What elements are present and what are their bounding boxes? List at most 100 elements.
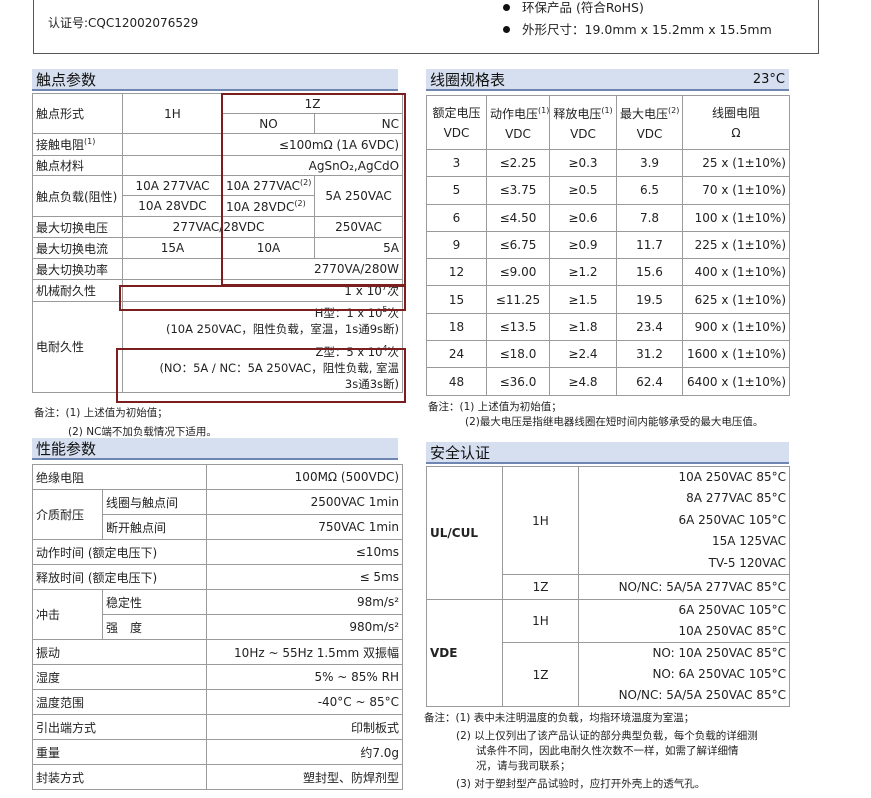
coil-cell: 100 x (1±10%) xyxy=(682,203,790,232)
perf-value: 100MΩ (500VDC) xyxy=(206,464,404,490)
coil-cell: ≤2.25 xyxy=(486,148,550,178)
coil-cell: 5 xyxy=(426,176,487,205)
coil-row: 9 ≤6.75 ≥0.9 11.7 225 x (1±10%) xyxy=(426,230,790,260)
perf-value: 980m/s² xyxy=(206,614,404,640)
highlight-elec-z xyxy=(116,348,406,403)
perf-value: 2500VAC 1min xyxy=(206,489,404,515)
coil-cell: 3.9 xyxy=(616,148,683,178)
coil-cell: ≥4.8 xyxy=(549,367,617,396)
coil-cell: 12 xyxy=(426,258,487,287)
material-label: 触点材料 xyxy=(32,155,123,176)
safety-ul-1z-values: NO/NC: 5A/5A 277VAC 85°C xyxy=(578,574,790,601)
coil-cell: 6.5 xyxy=(616,176,683,205)
perf-label: 绝缘电阻 xyxy=(31,464,208,490)
perf-label: 引出端方式 xyxy=(31,714,208,740)
coil-header: 线圈电阻 Ω xyxy=(682,95,790,150)
coil-cell: 62.4 xyxy=(616,367,683,396)
coil-cell: ≥1.5 xyxy=(549,285,617,314)
coil-row: 5 ≤3.75 ≥0.5 6.5 70 x (1±10%) xyxy=(426,176,790,205)
coil-cell: 11.7 xyxy=(616,230,683,260)
coil-cell: ≥1.2 xyxy=(549,258,617,287)
perf-label: 介质耐压 xyxy=(32,489,103,540)
coil-cell: 25 x (1±10%) xyxy=(682,148,790,178)
maxv-label: 最大切换电压 xyxy=(32,216,123,238)
section-coil: 线圈规格表 23°C xyxy=(426,69,789,91)
coil-table: 额定电压 VDC 动作电压(1) VDC 释放电压(1) VDC 最大电压(2) VDC… xyxy=(426,95,790,396)
coil-cell: ≥0.3 xyxy=(549,148,617,178)
perf-label: 重量 xyxy=(31,739,208,765)
coil-cell: ≤11.25 xyxy=(486,285,550,314)
coil-cell: ≤36.0 xyxy=(486,367,550,396)
feature-size: 外形尺寸：19.0mm x 15.2mm x 15.5mm xyxy=(503,19,772,38)
load-1h-b: 10A 28VDC xyxy=(122,195,223,217)
highlight-mech xyxy=(119,285,406,311)
safety-vde-1z-values: NO: 10A 250VAC 85°C NO: 6A 250VAC 105°C NO… xyxy=(578,642,790,708)
coil-cell: 48 xyxy=(426,367,487,396)
perf-label: 动作时间 (额定电压下) xyxy=(31,539,208,565)
coil-row: 3 ≤2.25 ≥0.3 3.9 25 x (1±10%) xyxy=(426,148,790,178)
safety-ul: UL/CUL xyxy=(426,465,503,601)
coil-cell: 18 xyxy=(426,312,487,342)
maxi-1h: 15A xyxy=(122,237,223,259)
perf-sublabel: 强 度 xyxy=(101,614,208,640)
perf-value: ≤ 5ms xyxy=(206,564,404,590)
coil-cell: ≤13.5 xyxy=(486,312,550,342)
coil-cell: 400 x (1±10%) xyxy=(682,258,790,287)
highlight-1z xyxy=(221,93,406,286)
coil-cell: ≤4.50 xyxy=(486,203,550,232)
coil-header: 最大电压(2) VDC xyxy=(616,95,683,150)
coil-row: 48 ≤36.0 ≥4.8 62.4 6400 x (1±10%) xyxy=(426,367,790,396)
safety-vde: VDE xyxy=(426,599,503,708)
feature-rohs: 环保产品 (符合RoHS) xyxy=(503,0,644,16)
perf-label: 湿度 xyxy=(31,664,208,690)
safety-ul-1h: 1H xyxy=(502,465,579,576)
coil-cell: 24 xyxy=(426,340,487,369)
perf-value: 约7.0g xyxy=(206,739,404,765)
coil-cell: 31.2 xyxy=(616,340,683,369)
coil-cell: 3 xyxy=(426,148,487,178)
safety-vde-1h: 1H xyxy=(502,599,579,644)
coil-row: 6 ≤4.50 ≥0.6 7.8 100 x (1±10%) xyxy=(426,203,790,232)
coil-note-1: 备注：(1) 上述值为初始值； xyxy=(428,401,562,413)
performance-table: 绝缘电阻 100MΩ (500VDC) 介质耐压 线圈与触点间 2500VAC 1mi… xyxy=(31,464,404,790)
coil-cell: ≥1.8 xyxy=(549,312,617,342)
perf-label: 释放时间 (额定电压下) xyxy=(31,564,208,590)
perf-value: 印制板式 xyxy=(206,714,404,740)
perf-value: 塑封型、防焊剂型 xyxy=(206,764,404,790)
form-1h: 1H xyxy=(122,93,223,134)
coil-cell: 23.4 xyxy=(616,312,683,342)
safety-note-2: (2) 以上仅列出了该产品认证的部分典型负载，每个负载的详细测 xyxy=(456,730,758,742)
coil-cell: 7.8 xyxy=(616,203,683,232)
safety-ul-1z: 1Z xyxy=(502,574,579,601)
maxp-label: 最大切换功率 xyxy=(32,258,123,280)
coil-row: 24 ≤18.0 ≥2.4 31.2 1600 x (1±10%) xyxy=(426,340,790,369)
coil-cell: ≤18.0 xyxy=(486,340,550,369)
safety-note-1: 备注：(1) 表中未注明温度的负载，均指环境温度为室温； xyxy=(424,712,695,724)
perf-sublabel: 稳定性 xyxy=(101,589,208,615)
coil-row: 15 ≤11.25 ≥1.5 19.5 625 x (1±10%) xyxy=(426,285,790,314)
coil-cell: ≤6.75 xyxy=(486,230,550,260)
coil-cell: 625 x (1±10%) xyxy=(682,285,790,314)
cert-number: 认证号:CQC12002076529 xyxy=(48,16,199,30)
contact-note-2: (2) NC端不加负载情况下适用。 xyxy=(68,426,217,438)
perf-value: 750VAC 1min xyxy=(206,514,404,540)
perf-value: 5% ~ 85% RH xyxy=(206,664,404,690)
coil-cell: ≥2.4 xyxy=(549,340,617,369)
section-safety: 安全认证 xyxy=(426,442,789,464)
perf-label: 封装方式 xyxy=(31,764,208,790)
perf-label: 温度范围 xyxy=(31,689,208,715)
section-performance: 性能参数 xyxy=(32,438,398,460)
perf-value: 98m/s² xyxy=(206,589,404,615)
coil-cell: 6400 x (1±10%) xyxy=(682,367,790,396)
contact-note-1: 备注：(1) 上述值为初始值； xyxy=(34,407,168,419)
coil-cell: ≤3.75 xyxy=(486,176,550,205)
safety-note-4: 况，请与我司联系； xyxy=(476,760,571,772)
safety-vde-1z: 1Z xyxy=(502,642,579,708)
perf-sublabel: 线圈与触点间 xyxy=(101,489,208,515)
coil-cell: 15.6 xyxy=(616,258,683,287)
safety-note-3: 试条件不同，因此电耐久性次数不一样，如需了解详细情 xyxy=(476,745,739,757)
perf-label: 振动 xyxy=(31,639,208,665)
perf-label: 冲击 xyxy=(32,589,103,640)
coil-header: 动作电压(1) VDC xyxy=(486,95,550,150)
safety-vde-1h-values: 6A 250VAC 105°C 10A 250VAC 85°C xyxy=(578,599,790,644)
